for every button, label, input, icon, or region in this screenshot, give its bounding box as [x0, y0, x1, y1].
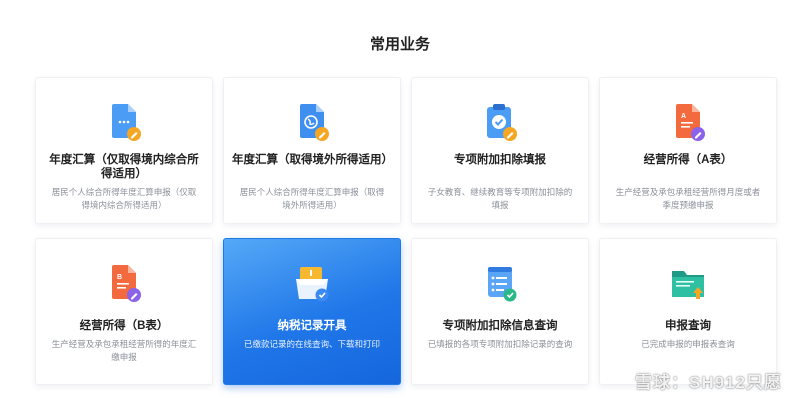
card-title: 纳税记录开具 — [277, 320, 347, 332]
svg-text:B: B — [117, 274, 122, 281]
card-title: 专项附加扣除信息查询 — [442, 320, 558, 332]
card-tax-record[interactable]: 纳税记录开具 已缴款记录的在线查询、下载和打印 — [223, 238, 401, 385]
list-scroll-icon — [412, 263, 588, 305]
card-title: 经营所得（A表） — [643, 154, 733, 166]
card-business-income-a[interactable]: A 经营所得（A表） 生产经营及承包承租经营所得月度或者季度预缴申报 — [599, 77, 777, 224]
card-special-deduction-fill[interactable]: 专项附加扣除填报 子女教育、继续教育等专项附加扣除的填报 — [411, 77, 589, 224]
card-desc: 已完成申报的申报表查询 — [641, 339, 735, 349]
card-desc: 生产经营及承包承租经营所得的年度汇缴申报 — [51, 339, 197, 362]
card-title: 专项附加扣除填报 — [454, 154, 546, 166]
business-grid: 年度汇算（仅取得境内综合所得适用） 居民个人综合所得年度汇算申报（仅取得境内综合… — [35, 77, 777, 385]
globe-document-icon — [224, 102, 400, 144]
section-title: 常用业务 — [369, 36, 430, 53]
card-desc: 已填报的各项专项附加扣除记录的查询 — [427, 339, 573, 349]
card-desc: 已缴款记录的在线查询、下载和打印 — [243, 339, 380, 349]
svg-text:A: A — [681, 113, 686, 120]
card-title: 年度汇算（仅取得境内综合所得适用） — [49, 154, 199, 180]
card-desc: 生产经营及承包承租经营所得月度或者季度预缴申报 — [615, 187, 761, 210]
card-special-deduction-query[interactable]: 专项附加扣除信息查询 已填报的各项专项附加扣除记录的查询 — [411, 238, 589, 385]
card-title: 年度汇算（取得境外所得适用） — [232, 154, 393, 166]
card-desc: 居民个人综合所得年度汇算申报（仅取得境内综合所得适用） — [51, 187, 197, 210]
card-desc: 子女教育、继续教育等专项附加扣除的填报 — [427, 187, 573, 210]
card-business-income-b[interactable]: B 经营所得（B表） 生产经营及承包承租经营所得的年度汇缴申报 — [35, 238, 213, 385]
card-annual-overseas[interactable]: 年度汇算（取得境外所得适用） 居民个人综合所得年度汇算申报（取得境外所得适用） — [223, 77, 401, 224]
card-annual-domestic[interactable]: 年度汇算（仅取得境内综合所得适用） 居民个人综合所得年度汇算申报（仅取得境内综合… — [35, 77, 213, 224]
card-desc: 居民个人综合所得年度汇算申报（取得境外所得适用） — [239, 187, 385, 210]
form-a-icon: A — [600, 102, 776, 144]
card-title: 申报查询 — [665, 320, 711, 332]
tax-record-box-icon — [224, 263, 400, 305]
form-b-icon: B — [36, 263, 212, 305]
watermark: 雪球：SH912只愿 — [635, 373, 782, 392]
clipboard-check-icon — [412, 102, 588, 144]
card-declaration-query[interactable]: 申报查询 已完成申报的申报表查询 — [599, 238, 777, 385]
folder-upload-icon — [600, 263, 776, 305]
card-title: 经营所得（B表） — [79, 320, 169, 332]
document-edit-icon — [36, 102, 212, 144]
